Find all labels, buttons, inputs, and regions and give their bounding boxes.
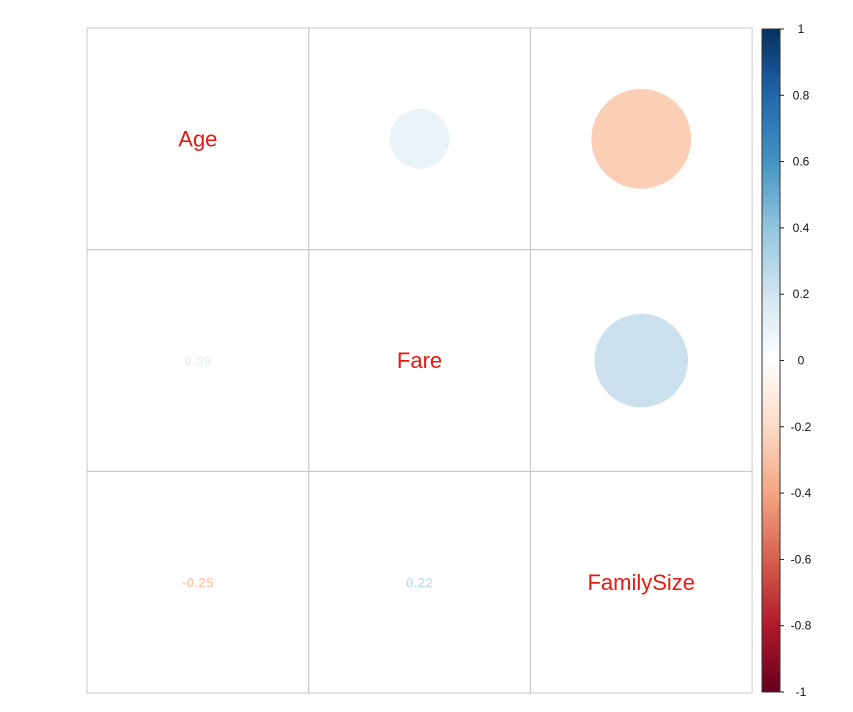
correlation-plot: Age 0.09 Fare -0.25 0.22 FamilySize 1 0.8 0.6 0.…: [86, 22, 812, 699]
corr-circle-age-fare: [389, 108, 450, 169]
colorbar-tick-label: 0: [798, 354, 805, 368]
correlation-matrix: Age 0.09 Fare -0.25 0.22 FamilySize: [86, 27, 753, 694]
corr-value-familysize-age: -0.25: [182, 574, 214, 590]
corr-circle-fare-familysize: [594, 313, 689, 408]
variable-label-age: Age: [178, 126, 217, 151]
colorbar: 1 0.8 0.6 0.4 0.2 0 -0.2 -0.4 -0.6 -0.8 -1: [761, 22, 812, 699]
colorbar-tick-label: 0.2: [793, 287, 810, 301]
colorbar-gradient: [761, 28, 781, 693]
colorbar-tick-label: 0.4: [793, 221, 810, 235]
variable-label-familysize: FamilySize: [587, 570, 695, 595]
colorbar-tick-label: -1: [796, 685, 807, 699]
colorbar-tick-label: -0.8: [791, 619, 812, 633]
corr-value-fare-age: 0.09: [184, 353, 211, 369]
colorbar-tick-label: 0.8: [793, 88, 810, 102]
colorbar-tick-label: 0.6: [793, 155, 810, 169]
variable-label-fare: Fare: [397, 348, 442, 373]
colorbar-tick-label: -0.4: [791, 486, 812, 500]
colorbar-tick-label: -0.2: [791, 420, 812, 434]
colorbar-tick-label: 1: [798, 22, 805, 36]
colorbar-tick-label: -0.6: [791, 552, 812, 566]
corr-circle-age-familysize: [591, 88, 692, 189]
corr-value-familysize-fare: 0.22: [406, 574, 433, 590]
